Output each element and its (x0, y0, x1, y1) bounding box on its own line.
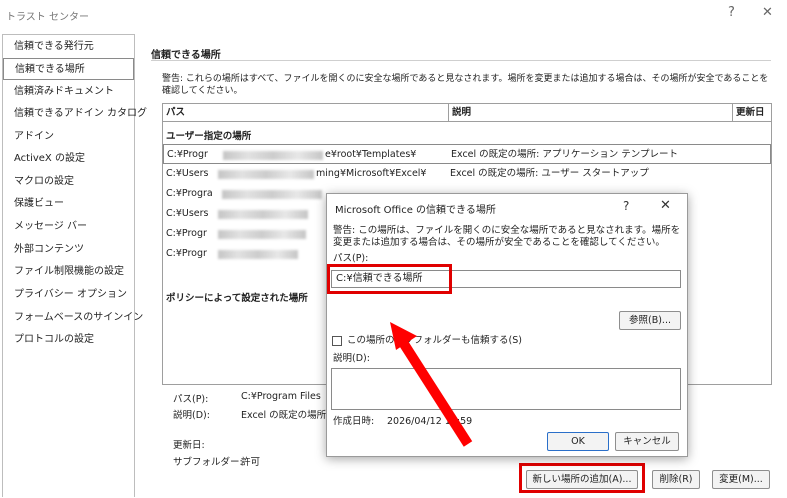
annotation-arrow-icon (390, 322, 473, 447)
